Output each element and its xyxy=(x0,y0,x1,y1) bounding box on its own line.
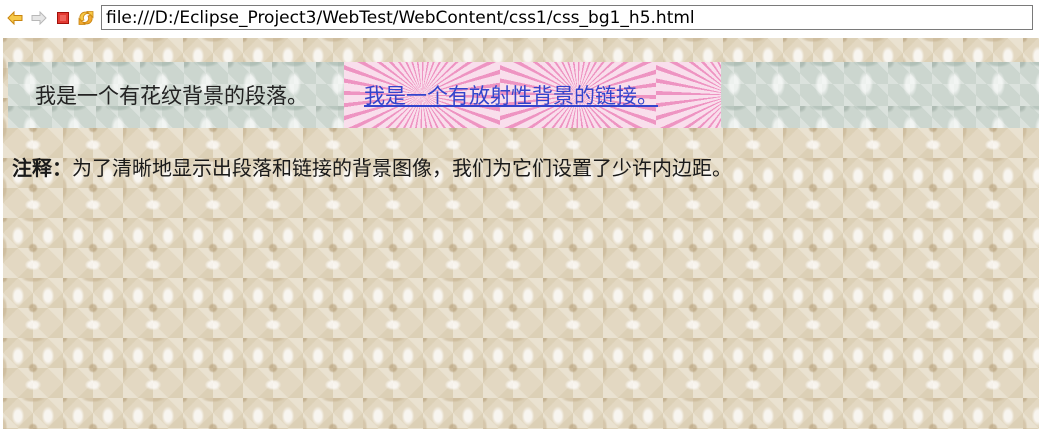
radial-link-text[interactable]: 我是一个有放射性背景的链接。 xyxy=(364,80,658,110)
radial-background-link[interactable]: 我是一个有放射性背景的链接。 xyxy=(344,62,721,128)
back-arrow-icon[interactable] xyxy=(7,10,23,26)
refresh-icon[interactable] xyxy=(78,10,94,26)
note-label: 注释： xyxy=(12,156,72,180)
browser-toolbar: file:///D:/Eclipse_Project3/WebTest/WebC… xyxy=(0,0,1039,38)
paragraph-text: 我是一个有花纹背景的段落。 xyxy=(35,84,308,108)
patterned-paragraph: 我是一个有花纹背景的段落。 我是一个有放射性背景的链接。 xyxy=(8,62,1039,128)
page-viewport: 我是一个有花纹背景的段落。 我是一个有放射性背景的链接。 注释：为了清晰地显示出… xyxy=(3,38,1039,429)
stop-icon[interactable] xyxy=(55,10,71,26)
note-text: 为了清晰地显示出段落和链接的背景图像，我们为它们设置了少许内边距。 xyxy=(72,156,732,180)
note-paragraph: 注释：为了清晰地显示出段落和链接的背景图像，我们为它们设置了少许内边距。 xyxy=(12,152,732,181)
address-bar-url: file:///D:/Eclipse_Project3/WebTest/WebC… xyxy=(106,7,695,28)
forward-arrow-icon[interactable] xyxy=(31,10,47,26)
address-bar[interactable]: file:///D:/Eclipse_Project3/WebTest/WebC… xyxy=(101,5,1033,30)
